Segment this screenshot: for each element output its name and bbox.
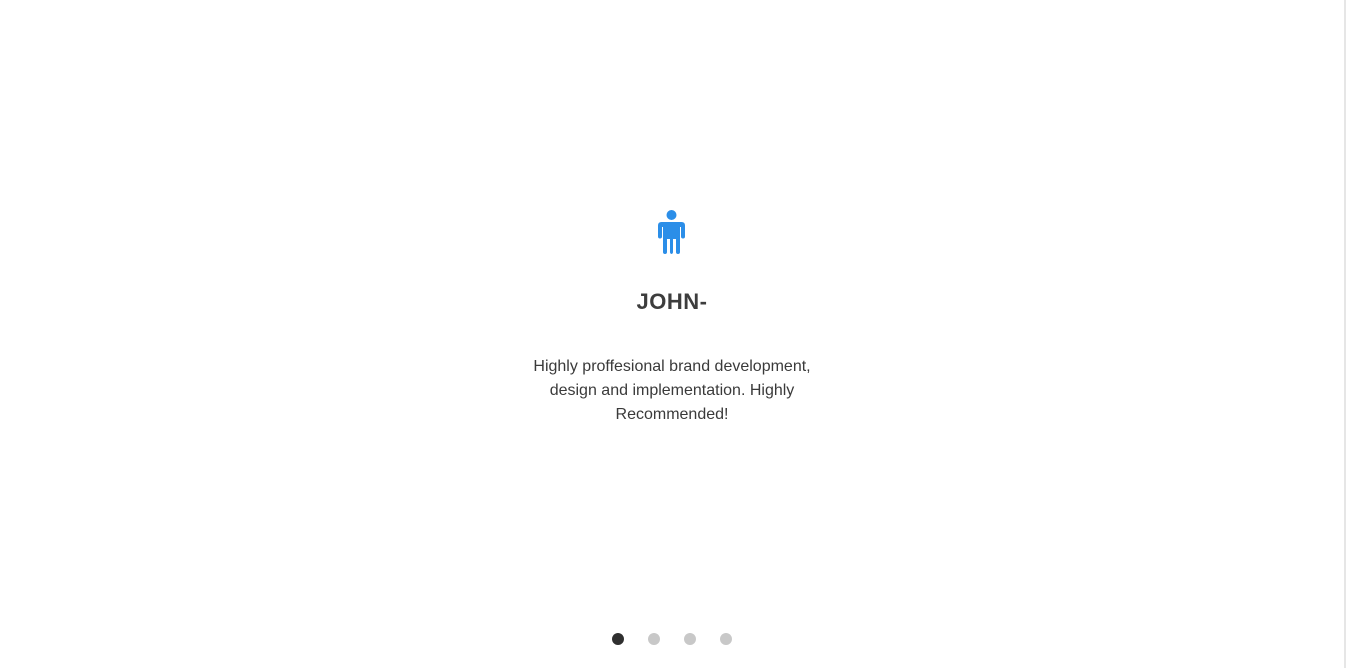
page: JOHN- Highly proffesional brand developm… (0, 0, 1346, 668)
testimonial-quote: Highly proffesional brand development, d… (533, 358, 811, 423)
testimonial-slide: JOHN- Highly proffesional brand developm… (0, 0, 1344, 600)
carousel-dot-2[interactable] (648, 633, 660, 645)
testimonial-name: JOHN- (636, 289, 708, 314)
person-icon (658, 210, 685, 254)
carousel-dot-1[interactable] (612, 633, 624, 645)
carousel-pagination (612, 633, 732, 645)
carousel-dot-3[interactable] (684, 633, 696, 645)
carousel-dot-4[interactable] (720, 633, 732, 645)
